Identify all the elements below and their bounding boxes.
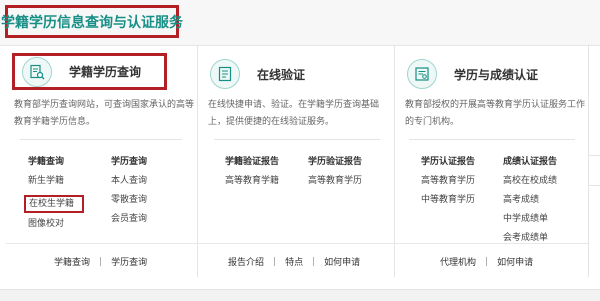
service-header-verification[interactable]: 在线验证 — [210, 58, 305, 90]
group-title: 学籍查询 — [28, 157, 65, 167]
group-degree-report: 学历验证报告 高等教育学历 — [308, 153, 378, 191]
divider — [20, 139, 182, 140]
link-higher-edu-status[interactable]: 高等教育学籍 — [225, 172, 295, 191]
service-description: 教育部授权的开展高等教育学历认证服务工作的专门机构。 — [405, 100, 586, 127]
divider — [589, 185, 600, 186]
group-degree-query: 学历查询 本人查询 零散查询 会员查询 — [111, 153, 181, 229]
group-title: 学历认证报告 — [421, 157, 476, 167]
group-title: 学历查询 — [111, 157, 148, 167]
page-header: 学籍学历信息查询与认证服务 — [0, 0, 600, 46]
separator: | — [99, 256, 103, 267]
page-title: 学籍学历信息查询与认证服务 — [1, 14, 183, 31]
link-higher-edu-degree-cert[interactable]: 高等教育学历 — [421, 172, 491, 191]
divider — [214, 139, 380, 140]
online-verification-icon — [210, 59, 240, 89]
link-self-query[interactable]: 本人查询 — [111, 172, 181, 191]
link-degree-query[interactable]: 学历查询 — [111, 255, 147, 268]
group-status-report: 学籍验证报告 高等教育学籍 — [225, 153, 295, 191]
footer-links-certification: 代理机构 | 如何申请 — [440, 255, 533, 269]
divider — [409, 139, 575, 140]
link-higher-edu-degree[interactable]: 高等教育学历 — [308, 172, 378, 191]
link-new-student-status[interactable]: 新生学籍 — [28, 172, 98, 191]
link-secondary-edu-degree-cert[interactable]: 中等教育学历 — [421, 191, 491, 210]
link-middle-school-transcript[interactable]: 中学成绩单 — [503, 210, 573, 229]
service-title: 学籍学历查询 — [69, 65, 142, 79]
group-title: 学历验证报告 — [308, 157, 363, 167]
link-features[interactable]: 特点 — [285, 255, 303, 268]
service-header-records[interactable]: 学籍学历查询 — [12, 53, 167, 90]
footer-links-records: 学籍查询 | 学历查询 — [54, 255, 147, 269]
group-title: 学籍验证报告 — [225, 157, 280, 167]
separator: | — [312, 256, 316, 267]
link-agencies[interactable]: 代理机构 — [440, 255, 476, 268]
group-score-cert-report: 成绩认证报告 高校在校成绩 高考成绩 中学成绩单 会考成绩单 — [503, 153, 573, 248]
group-title: 成绩认证报告 — [503, 157, 558, 167]
service-title: 在线验证 — [257, 67, 306, 82]
link-college-scores[interactable]: 高校在校成绩 — [503, 172, 573, 191]
separator: | — [485, 256, 489, 267]
link-report-intro[interactable]: 报告介绍 — [228, 255, 264, 268]
footer-links-verification: 报告介绍 | 特点 | 如何申请 — [228, 255, 360, 269]
divider — [589, 155, 600, 156]
footer-strip — [0, 289, 600, 301]
link-how-to-apply[interactable]: 如何申请 — [497, 255, 533, 268]
link-how-to-apply[interactable]: 如何申请 — [324, 255, 360, 268]
link-image-check[interactable]: 图像校对 — [28, 215, 98, 234]
link-huikao-transcript[interactable]: 会考成绩单 — [503, 229, 573, 248]
links-separator — [6, 243, 588, 244]
service-description: 教育部学历查询网站，可查询国家承认的高等教育学籍学历信息。 — [14, 100, 195, 127]
group-student-status: 学籍查询 新生学籍 在校生学籍 图像校对 — [24, 153, 98, 234]
service-description: 在线快捷申请、验证。在学籍学历查询基础上，提供便捷的在线验证服务。 — [208, 100, 380, 127]
right-edge-panel — [588, 45, 600, 277]
link-single-query[interactable]: 零散查询 — [111, 191, 181, 210]
link-enrolled-student-status[interactable]: 在校生学籍 — [24, 195, 85, 213]
service-header-certification[interactable]: 学历与成绩认证 — [407, 58, 538, 90]
group-degree-cert-report: 学历认证报告 高等教育学历 中等教育学历 — [421, 153, 491, 210]
link-member-query[interactable]: 会员查询 — [111, 210, 181, 229]
header-title-box: 学籍学历信息查询与认证服务 — [1, 5, 183, 38]
separator: | — [273, 256, 277, 267]
link-gaokao-scores[interactable]: 高考成绩 — [503, 191, 573, 210]
link-student-status-query[interactable]: 学籍查询 — [54, 255, 90, 268]
student-record-search-icon — [22, 56, 52, 87]
service-title: 学历与成绩认证 — [454, 67, 539, 82]
certificate-icon — [407, 59, 437, 89]
services-panel: 学籍学历查询 教育部学历查询网站，可查询国家承认的高等教育学籍学历信息。 学籍查… — [0, 45, 600, 300]
